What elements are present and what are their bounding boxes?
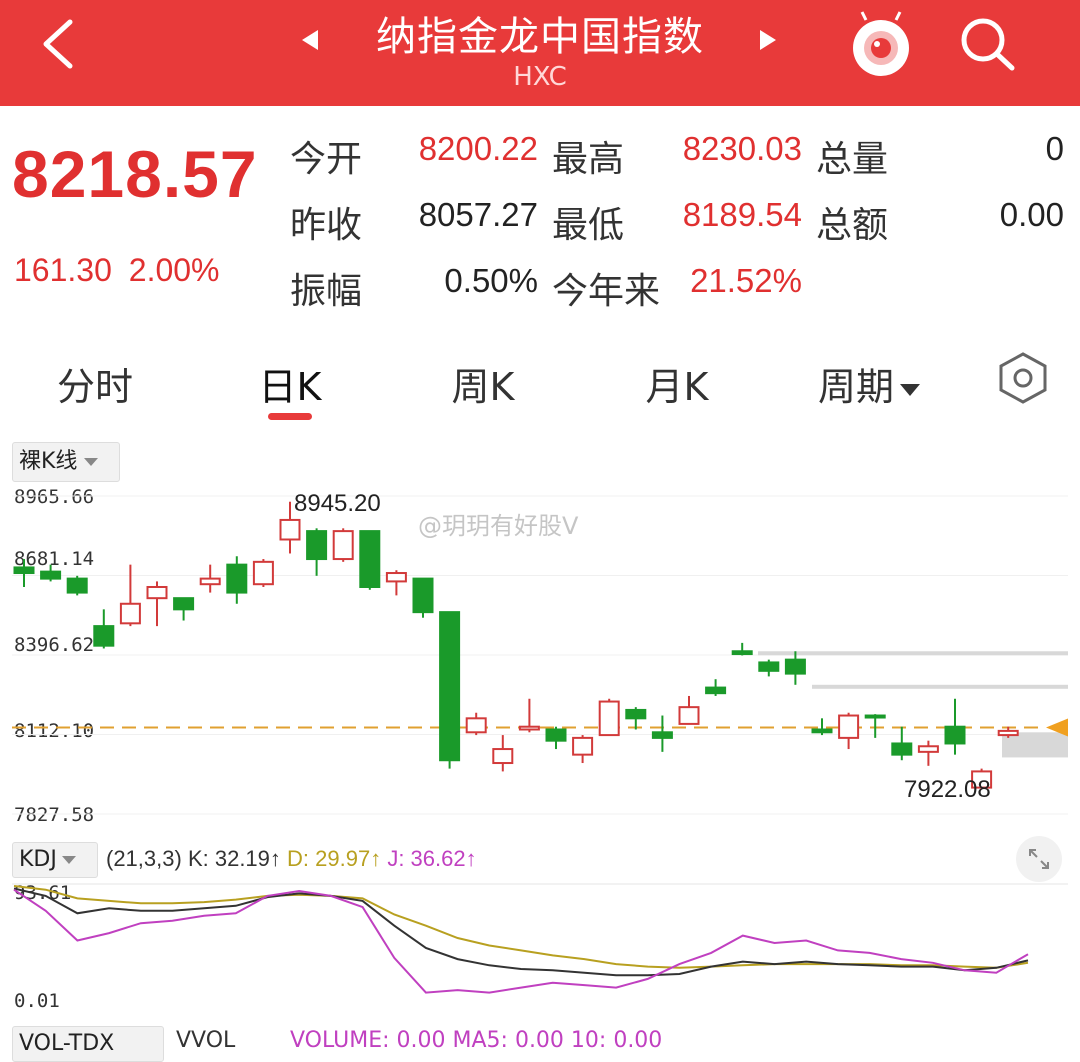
- candle-body[interactable]: [439, 611, 461, 762]
- next-index-button[interactable]: [756, 26, 782, 54]
- active-tab-indicator: [268, 413, 312, 420]
- candle-body[interactable]: [492, 748, 514, 765]
- high-label: 最高: [552, 139, 625, 180]
- candle-body[interactable]: [572, 736, 594, 756]
- price-change: 161.30 2.00%: [14, 252, 220, 289]
- price-band: [758, 651, 1068, 656]
- candle-body[interactable]: [40, 570, 62, 580]
- change-value: 161.30: [14, 252, 112, 288]
- kdj-k-line: [13, 887, 1029, 977]
- watermark: @玥玥有好股V: [418, 512, 579, 540]
- amount-label: 总额: [816, 205, 889, 246]
- candle-body[interactable]: [678, 706, 700, 725]
- amplitude-value: 0.50%: [444, 262, 538, 299]
- candle-body[interactable]: [784, 658, 806, 675]
- open-value: 8200.22: [418, 130, 538, 167]
- kdj-k-value: K: 32.19↑: [187, 846, 281, 871]
- high-value: 8230.03: [682, 130, 802, 167]
- candle-body[interactable]: [385, 572, 407, 583]
- candle-body[interactable]: [93, 625, 115, 647]
- candle-body[interactable]: [226, 563, 248, 594]
- low-label: 最低: [552, 205, 625, 246]
- candle-body[interactable]: [359, 530, 381, 588]
- candle-body[interactable]: [625, 708, 647, 720]
- kdj-params: (21,3,3): [106, 846, 182, 871]
- caret-down-icon: [900, 383, 920, 396]
- candle-body[interactable]: [811, 728, 833, 734]
- page-title: 纳指金龙中国指数: [376, 14, 704, 60]
- candle-body[interactable]: [465, 717, 487, 734]
- app-header: 纳指金龙中国指数 HXC: [0, 0, 1080, 106]
- caret-down-icon: [84, 458, 99, 466]
- candle-body[interactable]: [891, 742, 913, 756]
- candle-body[interactable]: [838, 714, 860, 739]
- indicator-label: KDJ: [19, 847, 57, 872]
- candle-body[interactable]: [917, 745, 939, 753]
- volume-indicator-label: VOL-TDX: [19, 1031, 115, 1056]
- triangle-right-icon: [760, 30, 776, 50]
- candle-body[interactable]: [13, 566, 35, 575]
- candle-body[interactable]: [146, 585, 168, 600]
- prev-close-label: 昨收: [290, 205, 363, 246]
- volume-value: 0: [1045, 130, 1064, 167]
- low-annotation: 7922.08: [904, 776, 991, 803]
- tab-weekly-k[interactable]: 周K: [428, 356, 538, 411]
- candle-body[interactable]: [705, 686, 727, 695]
- volume-sub-label: VVOL: [176, 1028, 236, 1053]
- candle-body[interactable]: [758, 661, 780, 672]
- mascot-button[interactable]: [848, 8, 914, 80]
- candle-body[interactable]: [518, 725, 540, 731]
- candle-body[interactable]: [173, 597, 195, 611]
- amount-value: 0.00: [999, 196, 1064, 233]
- candle-body[interactable]: [119, 602, 141, 625]
- open-label: 今开: [290, 139, 363, 180]
- kdj-d-line: [13, 885, 1029, 969]
- candle-body[interactable]: [997, 729, 1019, 737]
- mascot-icon: [853, 11, 909, 76]
- candle-body[interactable]: [306, 530, 328, 561]
- chart-mode-dropdown[interactable]: 裸K线: [12, 442, 120, 482]
- candle-body[interactable]: [731, 650, 753, 656]
- kdj-j-line: [13, 888, 1029, 994]
- chart-mode-label: 裸K线: [19, 449, 78, 474]
- change-percent: 2.00%: [128, 252, 220, 288]
- caret-down-icon: [61, 856, 76, 864]
- candle-body[interactable]: [199, 577, 221, 586]
- candle-body[interactable]: [66, 577, 88, 594]
- current-price: 8218.57: [12, 137, 258, 211]
- volume-indicator-dropdown[interactable]: VOL-TDX: [12, 1026, 164, 1062]
- indicator-dropdown[interactable]: KDJ: [12, 842, 98, 878]
- candle-body[interactable]: [279, 518, 301, 541]
- amplitude-label: 振幅: [290, 271, 363, 312]
- tab-monthly-k[interactable]: 月K: [622, 356, 732, 411]
- tab-intraday[interactable]: 分时: [40, 356, 150, 411]
- candle-body[interactable]: [598, 700, 620, 737]
- settings-button[interactable]: [996, 350, 1050, 406]
- prev-close-value: 8057.27: [418, 196, 538, 233]
- kdj-j-value: J: 36.62↑: [387, 846, 477, 871]
- candle-body[interactable]: [545, 728, 567, 742]
- search-icon: [961, 18, 1015, 71]
- candle-body[interactable]: [252, 560, 274, 586]
- low-value: 8189.54: [682, 196, 802, 233]
- candle-body[interactable]: [864, 714, 886, 719]
- kdj-legend: (21,3,3) K: 32.19↑ D: 29.97↑ J: 36.62↑: [106, 846, 477, 872]
- tab-period-label: 周期: [817, 365, 894, 409]
- candle-body[interactable]: [332, 530, 354, 561]
- price-band: [812, 684, 1068, 689]
- kdj-d-value: D: 29.97↑: [287, 846, 382, 871]
- high-annotation: 8945.20: [294, 490, 381, 517]
- tab-daily-k[interactable]: 日K: [235, 356, 345, 411]
- ytd-value: 21.52%: [690, 262, 802, 299]
- index-code: HXC: [513, 62, 567, 92]
- candle-body[interactable]: [412, 577, 434, 614]
- hexagon-settings-icon: [999, 352, 1047, 404]
- candle-body[interactable]: [944, 725, 966, 745]
- tab-period[interactable]: 周期: [800, 356, 940, 411]
- kdj-chart[interactable]: [0, 876, 1080, 1016]
- volume-legend: VOLUME: 0.00 MA5: 0.00 10: 0.00: [290, 1028, 663, 1053]
- volume-label: 总量: [816, 139, 889, 180]
- search-button[interactable]: [956, 14, 1018, 74]
- candle-body[interactable]: [651, 731, 673, 739]
